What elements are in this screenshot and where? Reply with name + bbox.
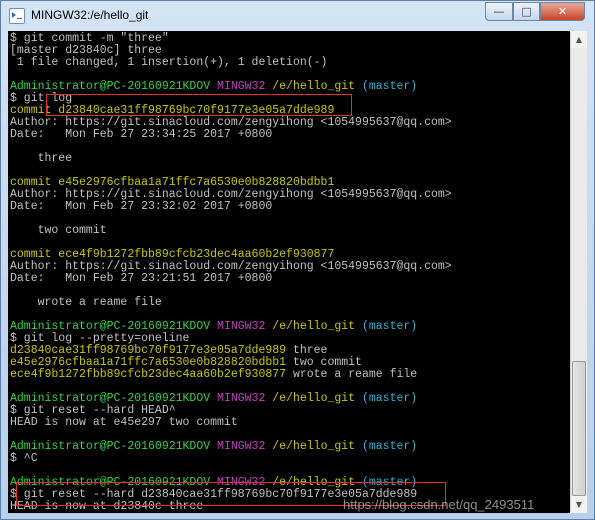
terminal-line: Date: Mon Feb 27 23:32:02 2017 +0800 bbox=[10, 201, 272, 213]
terminal-line: $ git log bbox=[10, 93, 72, 105]
terminal-text-segment: /e/hello_git bbox=[265, 392, 356, 405]
terminal-text-segment: Author: https://git.sinacloud.com/zengyi… bbox=[10, 260, 452, 273]
terminal-text-segment: ece4f9b1272fbb89cfcb23dec4aa60b2ef930877 bbox=[10, 368, 287, 381]
terminal-line: commit e45e2976cfbaa1a71ffc7a6530e0b8288… bbox=[10, 177, 334, 189]
terminal-output[interactable]: HEAD is now at d23840c three $ git reset … bbox=[8, 31, 570, 513]
terminal-text-segment: three bbox=[10, 152, 73, 165]
terminal-text-segment: (master) bbox=[355, 320, 418, 333]
terminal-line: three bbox=[10, 152, 73, 165]
terminal-text-segment: two commit bbox=[10, 224, 107, 237]
terminal-text-segment: Administrator@PC-20160921KDOV bbox=[10, 320, 211, 333]
terminal-line: Author: https://git.sinacloud.com/zengyi… bbox=[10, 261, 452, 273]
terminal-text-segment: /e/hello_git bbox=[265, 320, 356, 333]
terminal-text-segment: commit e45e2976cfbaa1a71ffc7a6530e0b8288… bbox=[10, 176, 335, 189]
terminal-line: Administrator@PC-20160921KDOV MINGW32 /e… bbox=[10, 393, 417, 405]
terminal-text-segment: Administrator@PC-20160921KDOV bbox=[10, 440, 211, 453]
minimize-button[interactable]: — bbox=[485, 2, 513, 21]
terminal-text-segment: Date: Mon Feb 27 23:21:51 2017 +0800 bbox=[10, 272, 273, 285]
terminal-line: HEAD is now at d23840c three bbox=[10, 501, 203, 513]
terminal-text-segment: $ ^C bbox=[10, 452, 38, 465]
terminal-text-segment: $ git log --pretty=oneline bbox=[10, 332, 190, 345]
terminal-text-segment: three bbox=[286, 344, 328, 357]
terminal-text-segment: [master d23840c] three bbox=[10, 44, 162, 57]
close-button[interactable]: ✕ bbox=[540, 2, 585, 21]
terminal-line: Author: https://git.sinacloud.com/zengyi… bbox=[10, 117, 452, 129]
terminal-text-segment: HEAD is now at d23840c three bbox=[10, 500, 204, 513]
terminal-window: MINGW32:/e/hello_git — □ ✕ HEAD is now a… bbox=[0, 0, 595, 520]
terminal-text-segment: Date: Mon Feb 27 23:32:02 2017 +0800 bbox=[10, 200, 273, 213]
terminal-text-segment: MINGW32 bbox=[217, 440, 266, 453]
terminal-text-segment: $ git reset --hard HEAD^ bbox=[10, 404, 176, 417]
terminal-text-segment: two commit bbox=[286, 356, 362, 369]
terminal-text-segment: wrote a reame file bbox=[10, 296, 162, 309]
terminal-line: Administrator@PC-20160921KDOV MINGW32 /e… bbox=[10, 477, 417, 489]
terminal-line: Administrator@PC-20160921KDOV MINGW32 /e… bbox=[10, 441, 417, 453]
terminal-text-segment: commit d23840cae31ff98769bc70f9177e3e05a… bbox=[10, 104, 335, 117]
terminal-line: two commit bbox=[10, 225, 107, 237]
terminal-text-segment: d23840cae31ff98769bc70f9177e3e05a7dde989 bbox=[10, 344, 287, 357]
terminal-line: commit ece4f9b1272fbb89cfcb23dec4aa60b2e… bbox=[10, 249, 334, 261]
terminal-text-segment: $ git log bbox=[10, 92, 73, 105]
terminal-text-segment: MINGW32 bbox=[217, 320, 266, 333]
terminal-text-segment: MINGW32 bbox=[217, 80, 266, 93]
terminal-line: d23840cae31ff98769bc70f9177e3e05a7dde989… bbox=[10, 345, 327, 357]
terminal-line: commit d23840cae31ff98769bc70f9177e3e05a… bbox=[10, 105, 334, 117]
terminal-line: HEAD is now at e45e297 two commit bbox=[10, 417, 238, 429]
terminal-text-segment: Author: https://git.sinacloud.com/zengyi… bbox=[10, 116, 452, 129]
terminal-text-segment: /e/hello_git bbox=[265, 80, 356, 93]
terminal-text-segment: HEAD is now at e45e297 two commit bbox=[10, 416, 238, 429]
maximize-button[interactable]: □ bbox=[513, 2, 540, 21]
terminal-line: e45e2976cfbaa1a71ffc7a6530e0b828820bdbb1… bbox=[10, 357, 362, 369]
terminal-line: $ git log --pretty=oneline bbox=[10, 333, 189, 345]
window-title: MINGW32:/e/hello_git bbox=[31, 8, 149, 22]
terminal-text-segment: Date: Mon Feb 27 23:34:25 2017 +0800 bbox=[10, 128, 273, 141]
terminal-line: $ git reset --hard HEAD^ bbox=[10, 405, 176, 417]
vertical-scrollbar[interactable]: ▲ ▼ bbox=[570, 31, 587, 513]
terminal-text-segment: Administrator@PC-20160921KDOV bbox=[10, 392, 211, 405]
terminal-text-segment: /e/hello_git bbox=[265, 440, 356, 453]
watermark: https://blog.csdn.net/qq_2493511 bbox=[343, 497, 535, 512]
terminal-text-segment: Administrator@PC-20160921KDOV bbox=[10, 476, 211, 489]
terminal-line: Administrator@PC-20160921KDOV MINGW32 /e… bbox=[10, 321, 417, 333]
terminal-text-segment: e45e2976cfbaa1a71ffc7a6530e0b828820bdbb1 bbox=[10, 356, 287, 369]
scroll-down-arrow-icon[interactable]: ▼ bbox=[571, 496, 587, 513]
terminal-text-segment: Author: https://git.sinacloud.com/zengyi… bbox=[10, 188, 452, 201]
terminal-text-segment: (master) bbox=[355, 476, 418, 489]
terminal-line: $ ^C bbox=[10, 453, 38, 465]
terminal-line: Administrator@PC-20160921KDOV MINGW32 /e… bbox=[10, 81, 417, 93]
terminal-text-segment: MINGW32 bbox=[217, 476, 266, 489]
terminal-line: Author: https://git.sinacloud.com/zengyi… bbox=[10, 189, 452, 201]
terminal-text-segment: Administrator@PC-20160921KDOV bbox=[10, 80, 211, 93]
terminal-app-icon bbox=[9, 8, 25, 24]
title-bar[interactable]: MINGW32:/e/hello_git — □ ✕ bbox=[1, 1, 594, 31]
scrollbar-thumb[interactable] bbox=[572, 361, 586, 496]
terminal-text-segment: $ git commit -m "three" bbox=[10, 32, 169, 45]
terminal-text-segment: (master) bbox=[355, 440, 418, 453]
terminal-text-segment: 1 file changed, 1 insertion(+), 1 deleti… bbox=[10, 56, 328, 69]
terminal-line: $ git commit -m "three" bbox=[10, 33, 169, 45]
terminal-text-segment: MINGW32 bbox=[217, 392, 266, 405]
terminal-line: ece4f9b1272fbb89cfcb23dec4aa60b2ef930877… bbox=[10, 369, 417, 381]
scroll-up-arrow-icon[interactable]: ▲ bbox=[571, 31, 587, 48]
terminal-line: 1 file changed, 1 insertion(+), 1 deleti… bbox=[10, 56, 328, 69]
terminal-text-segment: (master) bbox=[355, 80, 418, 93]
terminal-text-segment: (master) bbox=[355, 392, 418, 405]
terminal-text-segment: /e/hello_git bbox=[265, 476, 356, 489]
terminal-line: wrote a reame file bbox=[10, 297, 162, 309]
terminal-line: [master d23840c] three bbox=[10, 45, 162, 57]
terminal-text-segment: commit ece4f9b1272fbb89cfcb23dec4aa60b2e… bbox=[10, 248, 335, 261]
terminal-text-segment: wrote a reame file bbox=[286, 368, 418, 381]
terminal-line: Date: Mon Feb 27 23:21:51 2017 +0800 bbox=[10, 273, 272, 285]
terminal-line: Date: Mon Feb 27 23:34:25 2017 +0800 bbox=[10, 129, 272, 141]
